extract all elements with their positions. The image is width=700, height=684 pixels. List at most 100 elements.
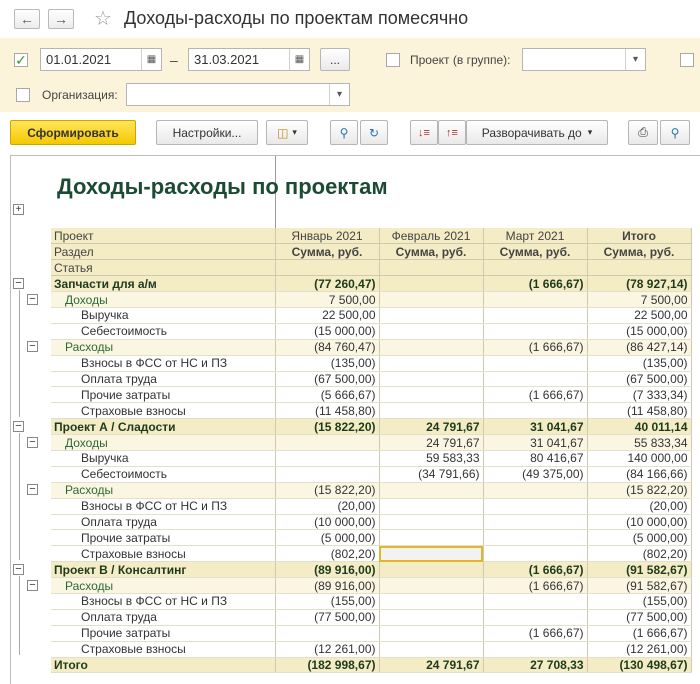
cell-jan[interactable]: (155,00) bbox=[275, 593, 380, 610]
article-row[interactable]: Оплата труда (67 500,00) (67 500,00) bbox=[51, 371, 692, 388]
row-name[interactable]: Прочие затраты bbox=[51, 529, 276, 547]
cell-total[interactable]: (802,20) bbox=[587, 545, 692, 563]
cell-jan[interactable]: (89 916,00) bbox=[275, 577, 380, 594]
row-name[interactable]: Взносы в ФСС от НС и ПЗ bbox=[51, 593, 276, 610]
article-row[interactable]: Прочие затраты (1 666,67) (1 666,67) bbox=[51, 625, 692, 642]
cell-jan[interactable]: (15 822,20) bbox=[275, 482, 380, 499]
cell-feb[interactable] bbox=[379, 402, 484, 420]
article-row[interactable]: Взносы в ФСС от НС и ПЗ (135,00) (135,00) bbox=[51, 355, 692, 372]
cell-total[interactable]: (78 927,14) bbox=[587, 275, 692, 293]
project-row[interactable]: Проект В / Консалтинг (89 916,00) (1 666,6… bbox=[51, 561, 692, 579]
cell-mar[interactable]: (1 666,67) bbox=[483, 625, 588, 642]
row-name[interactable]: Взносы в ФСС от НС и ПЗ bbox=[51, 355, 276, 372]
cell-total[interactable]: 7 500,00 bbox=[587, 291, 692, 308]
section-row[interactable]: Доходы 7 500,00 7 500,00 bbox=[51, 291, 692, 308]
cell-mar[interactable] bbox=[483, 609, 588, 626]
article-row[interactable]: Страховые взносы (11 458,80) (11 458,80) bbox=[51, 402, 692, 420]
cell-total[interactable]: 22 500,00 bbox=[587, 307, 692, 324]
article-row[interactable]: Прочие затраты (5 666,67) (1 666,67) (7 333… bbox=[51, 386, 692, 404]
cell-jan[interactable] bbox=[275, 625, 380, 642]
row-name[interactable]: Оплата труда bbox=[51, 371, 276, 388]
cell-mar[interactable] bbox=[483, 402, 588, 420]
print-button[interactable]: ⎙ bbox=[628, 120, 658, 145]
search-next-button[interactable]: ↻ bbox=[360, 120, 388, 145]
variants-button[interactable]: ◫ ▾ bbox=[266, 120, 308, 145]
cell-jan[interactable]: (135,00) bbox=[275, 355, 380, 372]
project-row[interactable]: Запчасти для а/м (77 260,47) (1 666,67) (78… bbox=[51, 275, 692, 293]
row-name[interactable]: Выручка bbox=[51, 450, 276, 467]
cell-jan[interactable] bbox=[275, 450, 380, 467]
row-name[interactable]: Прочие затраты bbox=[51, 625, 276, 642]
search-button[interactable]: ⚲ bbox=[330, 120, 358, 145]
row-name[interactable]: Выручка bbox=[51, 307, 276, 324]
section-row[interactable]: Доходы 24 791,67 31 041,67 55 833,34 bbox=[51, 434, 692, 451]
article-row[interactable]: Выручка 22 500,00 22 500,00 bbox=[51, 307, 692, 324]
organization-checkbox[interactable] bbox=[16, 88, 30, 102]
generate-button[interactable]: Сформировать bbox=[10, 120, 136, 145]
cell-jan[interactable]: (11 458,80) bbox=[275, 402, 380, 420]
row-name[interactable]: Взносы в ФСС от НС и ПЗ bbox=[51, 498, 276, 515]
project-checkbox[interactable] bbox=[386, 53, 400, 67]
settings-button[interactable]: Настройки... bbox=[156, 120, 258, 145]
row-name[interactable]: Прочие затраты bbox=[51, 386, 276, 404]
cell-mar[interactable] bbox=[483, 529, 588, 547]
cell-total[interactable]: (5 000,00) bbox=[587, 529, 692, 547]
cell-total[interactable]: (1 666,67) bbox=[587, 625, 692, 642]
date-to-field[interactable]: 31.03.2021 ▦ bbox=[188, 48, 310, 71]
cell-feb[interactable] bbox=[379, 625, 484, 642]
row-name[interactable]: Оплата труда bbox=[51, 514, 276, 531]
cell-total[interactable]: (10 000,00) bbox=[587, 514, 692, 531]
cell-feb[interactable]: (34 791,66) bbox=[379, 466, 484, 483]
cell-feb[interactable] bbox=[379, 545, 484, 563]
article-row[interactable]: Оплата труда (10 000,00) (10 000,00) bbox=[51, 514, 692, 531]
cell-total[interactable]: (84 166,66) bbox=[587, 466, 692, 483]
cell-feb[interactable] bbox=[379, 498, 484, 515]
cell-feb[interactable]: 24 791,67 bbox=[379, 434, 484, 451]
collapse-group-icon[interactable]: − bbox=[27, 436, 38, 448]
cell-jan[interactable]: (5 666,67) bbox=[275, 386, 380, 404]
cell-feb[interactable] bbox=[379, 371, 484, 388]
cell-feb[interactable] bbox=[379, 386, 484, 404]
cell-jan[interactable]: (802,20) bbox=[275, 545, 380, 563]
cell-feb[interactable] bbox=[379, 355, 484, 372]
cell-mar[interactable] bbox=[483, 482, 588, 499]
cell-total[interactable]: (12 261,00) bbox=[587, 641, 692, 658]
period-checkbox[interactable]: ✓ bbox=[14, 53, 28, 67]
row-name[interactable]: Проект В / Консалтинг bbox=[51, 561, 276, 579]
section-row[interactable]: Расходы (84 760,47) (1 666,67) (86 427,14) bbox=[51, 339, 692, 356]
cell-jan[interactable]: (67 500,00) bbox=[275, 371, 380, 388]
cell-jan[interactable]: (77 260,47) bbox=[275, 275, 380, 293]
collapse-group-icon[interactable]: − bbox=[27, 484, 38, 496]
cell-mar[interactable] bbox=[483, 307, 588, 324]
cell-feb[interactable] bbox=[379, 561, 484, 579]
forward-arrow-icon[interactable]: → bbox=[48, 9, 74, 29]
chevron-down-icon[interactable]: ▾ bbox=[329, 84, 349, 105]
cell-jan[interactable]: (15 000,00) bbox=[275, 323, 380, 340]
row-name[interactable]: Доходы bbox=[51, 434, 276, 451]
expand-to-button[interactable]: Разворачивать до ▾ bbox=[466, 120, 608, 145]
row-name[interactable]: Себестоимость bbox=[51, 323, 276, 340]
cell-total[interactable]: (11 458,80) bbox=[587, 402, 692, 420]
cell-feb[interactable] bbox=[379, 307, 484, 324]
cell-jan[interactable] bbox=[275, 434, 380, 451]
project-row[interactable]: Проект А / Сладости (15 822,20) 24 791,67 3… bbox=[51, 418, 692, 436]
cell-feb[interactable] bbox=[379, 609, 484, 626]
cell-total[interactable]: 140 000,00 bbox=[587, 450, 692, 467]
cell-total[interactable]: (15 000,00) bbox=[587, 323, 692, 340]
sort-desc-button[interactable]: ↓≡ bbox=[410, 120, 438, 145]
project-select[interactable]: ▾ bbox=[522, 48, 646, 71]
cell-total[interactable]: (135,00) bbox=[587, 355, 692, 372]
article-row[interactable]: Страховые взносы (802,20) (802,20) bbox=[51, 545, 692, 563]
row-name[interactable]: Расходы bbox=[51, 482, 276, 499]
cell-mar[interactable]: (1 666,67) bbox=[483, 339, 588, 356]
article-row[interactable]: Оплата труда (77 500,00) (77 500,00) bbox=[51, 609, 692, 626]
cell-total[interactable]: (155,00) bbox=[587, 593, 692, 610]
row-name[interactable]: Страховые взносы bbox=[51, 545, 276, 563]
cell-total[interactable]: (67 500,00) bbox=[587, 371, 692, 388]
cell-mar[interactable] bbox=[483, 514, 588, 531]
cell-jan[interactable]: (10 000,00) bbox=[275, 514, 380, 531]
row-name[interactable]: Себестоимость bbox=[51, 466, 276, 483]
back-arrow-icon[interactable]: ← bbox=[14, 9, 40, 29]
calendar-icon[interactable]: ▦ bbox=[141, 49, 161, 70]
collapse-group-icon[interactable]: − bbox=[13, 420, 24, 432]
